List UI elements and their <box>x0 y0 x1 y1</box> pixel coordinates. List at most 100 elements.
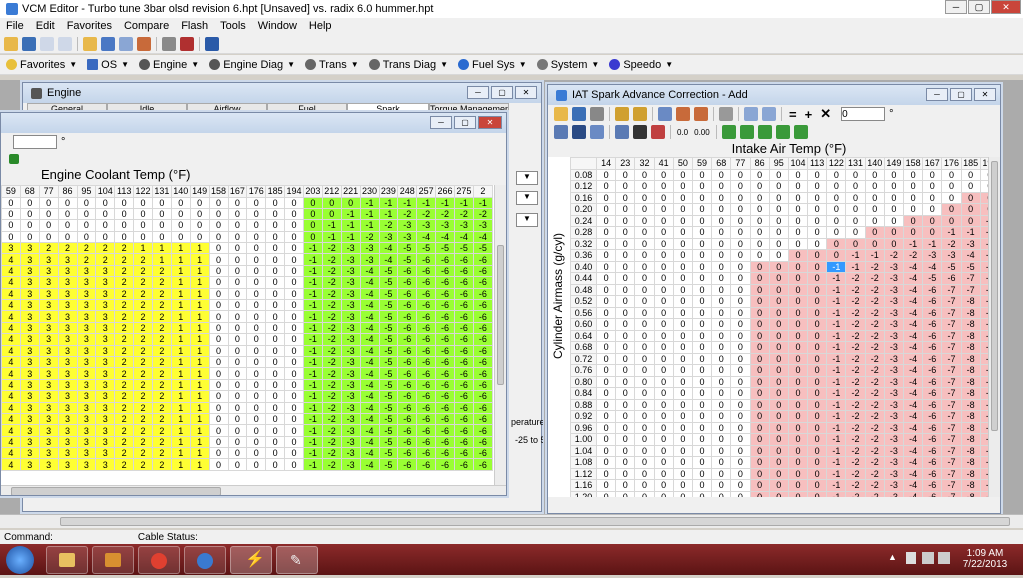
table-cell[interactable]: 0 <box>730 283 751 296</box>
table-cell[interactable]: 0 <box>807 467 828 480</box>
table-cell[interactable]: -2 <box>864 352 885 365</box>
table-cell[interactable]: 0 <box>711 260 732 273</box>
table-cell[interactable]: 0 <box>749 318 770 331</box>
maximize-button[interactable]: ▢ <box>454 116 476 129</box>
table-cell[interactable]: -2 <box>321 447 342 460</box>
horizontal-scrollbar[interactable] <box>1 485 506 495</box>
table-cell[interactable]: 4 <box>1 355 21 369</box>
table-cell[interactable]: -1 <box>378 196 399 209</box>
table-cell[interactable]: -1 <box>321 219 342 232</box>
table-cell[interactable]: 2 <box>133 458 153 471</box>
close-button[interactable]: ✕ <box>991 0 1021 14</box>
table-cell[interactable]: 0 <box>208 412 229 426</box>
table-cell[interactable]: 3 <box>19 401 40 414</box>
table-cell[interactable]: 0 <box>634 272 655 285</box>
table-cell[interactable]: -6 <box>454 310 474 323</box>
table-cell[interactable]: 0 <box>768 433 789 446</box>
table-cell[interactable]: 0 <box>595 226 617 239</box>
table-cell[interactable]: -1 <box>303 378 323 392</box>
table-cell[interactable]: 3 <box>76 458 97 471</box>
table-cell[interactable]: 0 <box>95 196 116 209</box>
table-cell[interactable]: 2 <box>114 344 135 357</box>
table-cell[interactable]: -6 <box>435 287 455 301</box>
table-cell[interactable]: 2 <box>133 435 153 449</box>
table-cell[interactable]: -2 <box>845 352 866 365</box>
table-cell[interactable]: 0 <box>768 410 789 423</box>
table-cell[interactable]: 0 <box>768 456 789 469</box>
table-cell[interactable]: -6 <box>397 276 418 289</box>
table-cell[interactable]: 0 <box>265 344 286 357</box>
table-cell[interactable]: 0 <box>595 272 617 285</box>
table-cell[interactable]: -1 <box>303 333 323 346</box>
table-cell[interactable]: 0 <box>634 444 655 457</box>
table-cell[interactable]: 0 <box>711 318 732 331</box>
table-cell[interactable]: 0 <box>265 321 286 335</box>
table-cell[interactable]: 0 <box>730 398 751 411</box>
table-cell[interactable]: -6 <box>472 321 494 335</box>
table-cell[interactable]: -4 <box>922 260 943 273</box>
table-cell[interactable]: -1 <box>826 490 847 497</box>
table-cell[interactable]: 0 <box>768 191 789 204</box>
table-cell[interactable]: 0 <box>730 214 751 227</box>
table-cell[interactable]: 0 <box>768 444 789 457</box>
table-cell[interactable]: 0 <box>749 306 770 319</box>
table-cell[interactable]: 0 <box>653 295 674 308</box>
table-cell[interactable]: 3 <box>19 412 40 426</box>
table-cell[interactable]: 0 <box>208 401 229 414</box>
table-cell[interactable]: -1 <box>303 264 323 278</box>
table-cell[interactable]: -2 <box>416 207 437 221</box>
smooth-icon[interactable] <box>721 125 736 139</box>
table-cell[interactable]: 0 <box>749 352 770 365</box>
table-cell[interactable]: 0 <box>749 341 770 354</box>
table-cell[interactable]: 0 <box>595 260 617 273</box>
table-view-icon[interactable] <box>554 125 568 139</box>
table-cell[interactable]: -2 <box>845 398 866 411</box>
table-cell[interactable]: -4 <box>378 242 399 255</box>
table-cell[interactable]: 0 <box>208 219 229 232</box>
table-cell[interactable]: -6 <box>416 378 437 392</box>
table-cell[interactable]: 0 <box>787 260 809 273</box>
table-cell[interactable]: -7 <box>941 444 962 457</box>
ect-table[interactable]: 59 68 77 86 95 104 113 122 131 140 149 158 167 176 185… <box>1 185 494 471</box>
table-cell[interactable]: -1 <box>902 237 924 250</box>
table-cell[interactable]: 0 <box>768 272 789 285</box>
table-cell[interactable]: 3 <box>57 321 78 335</box>
table-cell[interactable]: 0 <box>672 398 693 411</box>
table-cell[interactable]: 0 <box>208 230 229 244</box>
table-cell[interactable]: -6 <box>454 264 474 278</box>
table-cell[interactable]: 0 <box>615 283 636 296</box>
table-cell[interactable]: 0 <box>672 318 693 331</box>
table-cell[interactable]: 0 <box>653 456 674 469</box>
table-cell[interactable]: 0 <box>634 467 655 480</box>
table-cell[interactable]: 0 <box>595 214 617 227</box>
table-cell[interactable]: -3 <box>454 219 474 232</box>
table-cell[interactable]: 2 <box>114 253 135 266</box>
table-cell[interactable]: 4 <box>1 435 21 449</box>
table-cell[interactable]: -1 <box>303 344 323 357</box>
table-cell[interactable]: 1 <box>170 378 191 392</box>
table-cell[interactable]: 0 <box>711 168 732 181</box>
table-cell[interactable]: -2 <box>845 364 866 377</box>
table-cell[interactable]: -2 <box>845 272 866 285</box>
table-cell[interactable]: -6 <box>472 447 494 460</box>
table-cell[interactable]: -3 <box>960 237 981 250</box>
table-cell[interactable]: 1 <box>189 367 210 380</box>
table-cell[interactable]: -4 <box>359 447 380 460</box>
table-cell[interactable]: 0 <box>711 421 732 434</box>
table-cell[interactable]: 0 <box>691 260 713 273</box>
table-cell[interactable]: 0 <box>284 230 304 244</box>
table-cell[interactable]: -6 <box>472 310 494 323</box>
grid-icon[interactable] <box>658 107 672 121</box>
table-cell[interactable]: 0 <box>711 433 732 446</box>
table-cell[interactable]: -4 <box>902 421 924 434</box>
table-cell[interactable]: -6 <box>922 456 943 469</box>
table-cell[interactable]: 0 <box>246 242 267 255</box>
table-cell[interactable]: -4 <box>902 283 924 296</box>
table-cell[interactable]: -3 <box>883 398 905 411</box>
table-cell[interactable]: -1 <box>340 207 361 221</box>
compare-icon[interactable] <box>137 36 151 51</box>
table-cell[interactable]: 0 <box>227 390 248 403</box>
table-cell[interactable]: -2 <box>321 424 342 437</box>
table-cell[interactable]: 0 <box>615 329 636 342</box>
table-cell[interactable]: 0 <box>711 226 732 239</box>
